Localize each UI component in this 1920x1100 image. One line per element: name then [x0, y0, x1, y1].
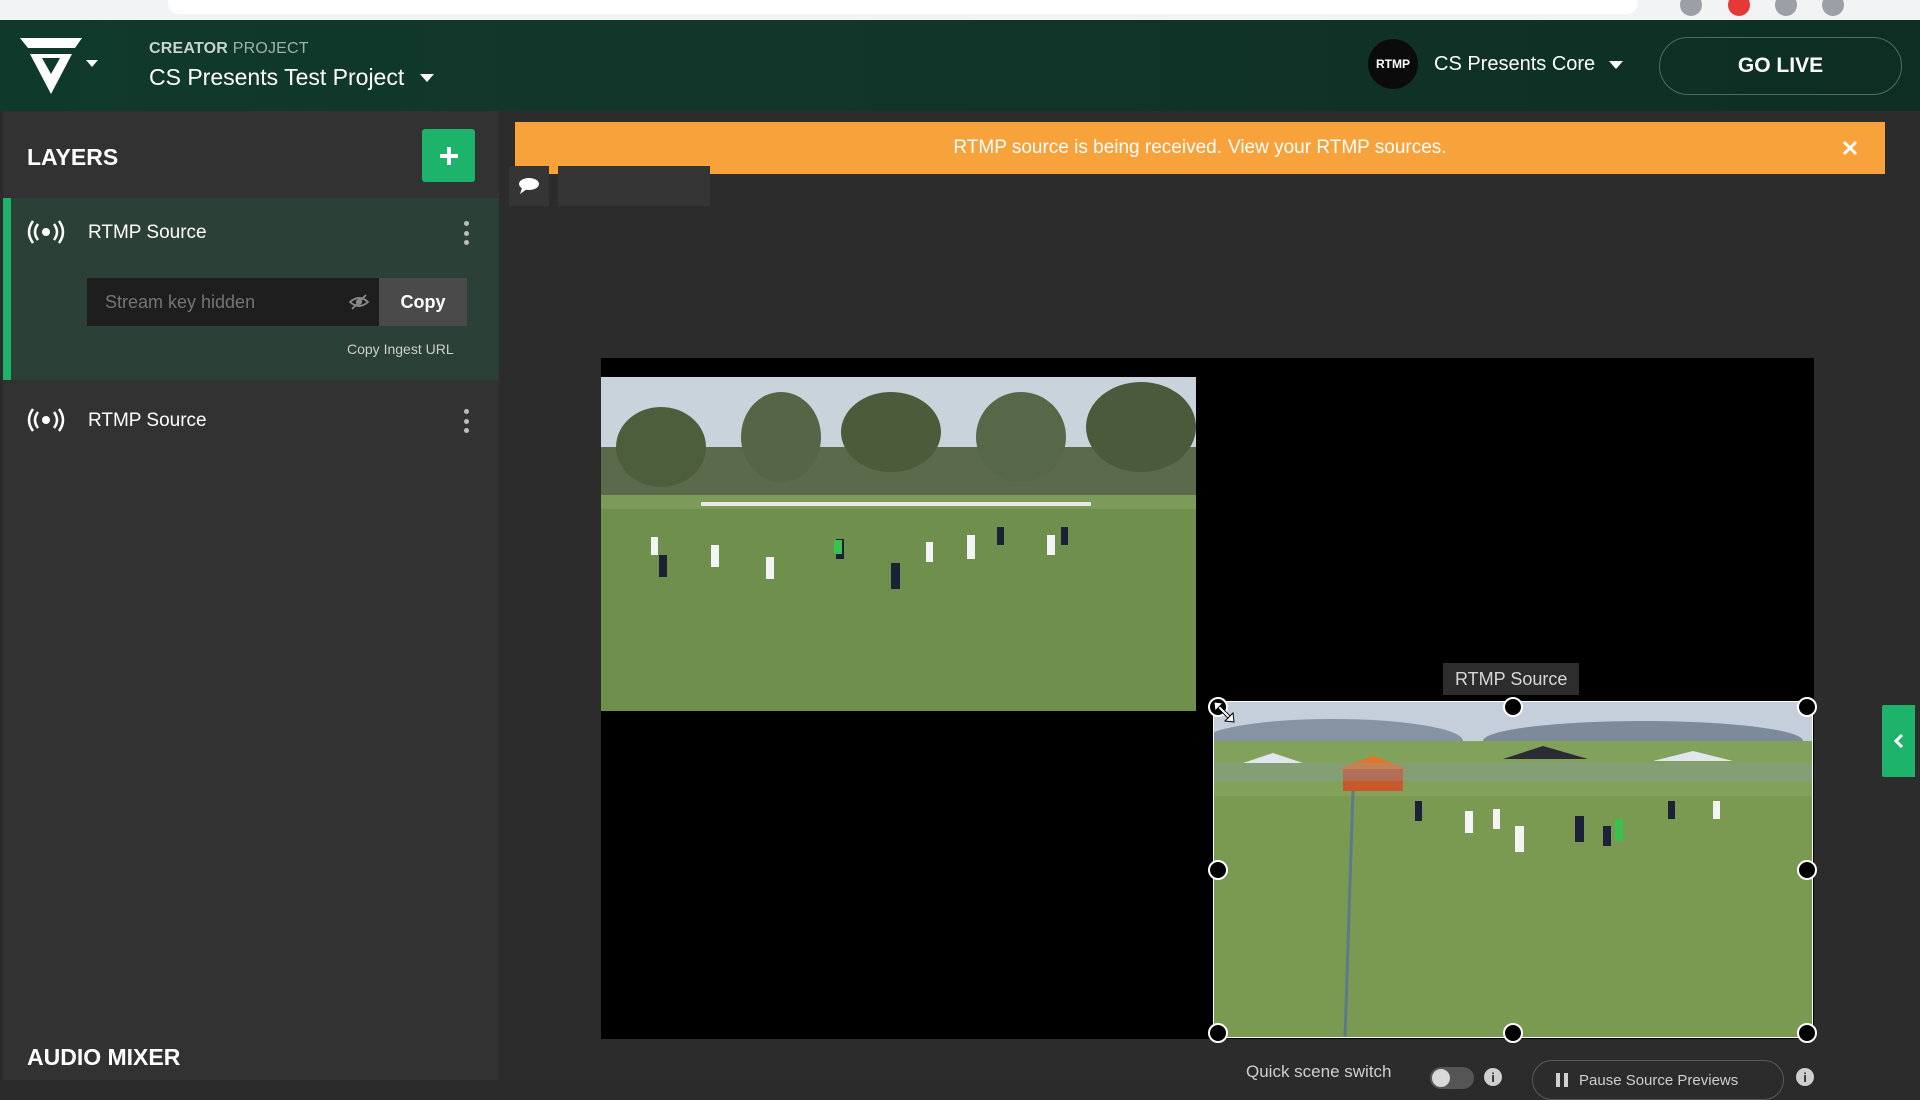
layer-item-rtmp-source[interactable]: RTMP Source Copy Copy Ingest URL — [3, 198, 499, 380]
rtmp-badge: RTMP — [1368, 39, 1418, 89]
pause-source-previews-label: Pause Source Previews — [1579, 1071, 1739, 1089]
project-kicker-rest: PROJECT — [232, 40, 309, 57]
layer-label: RTMP Source — [88, 222, 207, 243]
add-layer-button[interactable] — [422, 129, 475, 182]
layer-menu-kebab-icon[interactable] — [461, 407, 471, 435]
pause-icon — [1556, 1073, 1568, 1087]
app-header: CREATOR PROJECT CS Presents Test Project… — [0, 20, 1920, 111]
plus-icon — [439, 146, 458, 165]
copy-stream-key-button[interactable]: Copy — [379, 278, 467, 326]
eye-off-icon[interactable] — [348, 291, 370, 313]
core-name: CS Presents Core — [1434, 53, 1596, 75]
resize-handle-middle-left[interactable] — [1208, 860, 1228, 880]
close-icon[interactable] — [1840, 138, 1860, 158]
browser-toolbar — [0, 0, 1920, 20]
notification-icon[interactable] — [1728, 0, 1750, 16]
chevron-down-icon — [420, 73, 435, 82]
layers-title: LAYERS — [27, 144, 119, 170]
resize-handle-bottom-left[interactable] — [1208, 1023, 1228, 1043]
rtmp-status-banner: RTMP source is being received. View your… — [515, 122, 1885, 174]
soccer-field-image — [601, 377, 1196, 711]
extension-icon[interactable] — [1680, 0, 1702, 16]
chat-bubble-icon — [519, 178, 539, 194]
view-rtmp-sources-link[interactable]: View your RTMP sources. — [1228, 137, 1447, 159]
go-live-button[interactable]: GO LIVE — [1659, 37, 1902, 95]
info-icon[interactable]: i — [1796, 1068, 1814, 1086]
app-logo-icon[interactable] — [20, 38, 90, 94]
info-icon[interactable]: i — [1484, 1068, 1502, 1086]
resize-handle-bottom-center[interactable] — [1503, 1023, 1523, 1043]
address-bar[interactable] — [168, 0, 1638, 14]
logo-menu-caret-icon[interactable] — [86, 60, 98, 67]
quick-scene-switch-toggle[interactable] — [1430, 1067, 1474, 1089]
chat-button[interactable] — [509, 166, 549, 206]
quick-scene-switch-label: Quick scene switch — [1246, 1062, 1392, 1081]
selected-source-label: RTMP Source — [1443, 663, 1580, 695]
panel-toggle-button[interactable] — [1882, 705, 1915, 777]
extensions-puzzle-icon[interactable] — [1775, 0, 1797, 16]
pause-source-previews-button[interactable]: Pause Source Previews — [1532, 1060, 1784, 1100]
resize-handle-bottom-right[interactable] — [1797, 1023, 1817, 1043]
audio-mixer-title: AUDIO MIXER — [27, 1044, 181, 1070]
chevron-down-icon — [1609, 60, 1624, 69]
project-name: CS Presents Test Project — [149, 64, 405, 90]
resize-handle-middle-right[interactable] — [1797, 860, 1817, 880]
layer-item-rtmp-source[interactable]: RTMP Source — [3, 380, 499, 460]
video-feed-soccer-tents[interactable] — [1213, 701, 1813, 1038]
banner-message: RTMP source is being received. — [953, 137, 1222, 158]
layer-label: RTMP Source — [88, 410, 207, 431]
soccer-tents-image — [1213, 701, 1813, 1038]
broadcast-icon — [27, 408, 65, 432]
layer-menu-kebab-icon[interactable] — [461, 219, 471, 247]
project-kicker: CREATOR PROJECT — [149, 40, 309, 58]
chevron-left-icon — [1893, 733, 1903, 749]
project-kicker-bold: CREATOR — [149, 40, 229, 57]
project-selector[interactable]: CS Presents Test Project — [149, 64, 435, 91]
resize-handle-top-right[interactable] — [1797, 697, 1817, 717]
video-feed-soccer-wide[interactable] — [601, 377, 1196, 711]
resize-handle-top-center[interactable] — [1503, 697, 1523, 717]
scene-tab[interactable] — [558, 166, 710, 206]
copy-ingest-url-link[interactable]: Copy Ingest URL — [347, 341, 454, 357]
layers-sidebar: LAYERS RTMP Source Copy Copy Ingest URL — [3, 111, 499, 1080]
core-selector[interactable]: CS Presents Core — [1434, 53, 1624, 76]
broadcast-icon — [27, 220, 65, 244]
stream-key-field[interactable] — [87, 278, 379, 326]
resize-handle-top-left[interactable] — [1208, 697, 1228, 717]
profile-avatar-icon[interactable] — [1822, 0, 1844, 16]
